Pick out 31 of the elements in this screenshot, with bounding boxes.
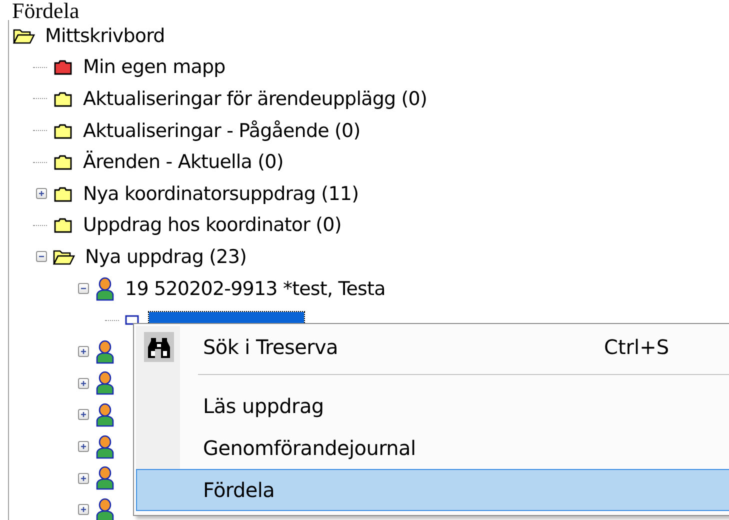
menu-item[interactable]: Sök i Treserva Ctrl+S	[136, 326, 729, 368]
heading: Fördela	[11, 0, 80, 20]
expander-icon[interactable]	[78, 378, 89, 389]
menu-item[interactable]: Läs uppdrag	[136, 385, 729, 427]
expander-icon[interactable]	[78, 346, 89, 358]
tree-item[interactable]: Mittskrivbord	[45, 24, 165, 47]
menu-item[interactable]: Fördela	[136, 469, 729, 511]
tree-item[interactable]: Ärenden - Aktuella (0)	[83, 151, 284, 174]
expander-icon[interactable]	[78, 283, 89, 294]
expander-icon[interactable]	[78, 441, 89, 452]
tree-item[interactable]: Nya koordinatorsuppdrag (11)	[83, 182, 359, 205]
person-icon	[95, 276, 115, 301]
person-icon	[95, 434, 115, 459]
tree-item[interactable]: Aktualiseringar för ärendeupplägg (0)	[83, 88, 428, 110]
tree-item[interactable]: Min egen mapp	[83, 56, 226, 78]
expander-icon[interactable]	[78, 472, 89, 484]
tree-item[interactable]: Nya uppdrag (23)	[85, 246, 247, 268]
person-icon	[95, 466, 115, 490]
tree-item[interactable]: Uppdrag hos koordinator (0)	[83, 214, 342, 236]
expander-icon[interactable]	[36, 188, 47, 200]
person-icon	[95, 498, 115, 520]
person-icon	[95, 402, 115, 427]
person-icon	[95, 371, 115, 396]
expander-icon[interactable]	[78, 504, 89, 516]
binoculars-icon	[144, 332, 174, 362]
menu-item[interactable]: Genomförandejournal	[136, 427, 729, 469]
expander-icon[interactable]	[36, 251, 47, 262]
tree-item[interactable]: 19 520202-9913 *test, Testa	[125, 278, 386, 300]
tree-item[interactable]: Aktualiseringar - Pågående (0)	[83, 120, 360, 142]
expander-icon[interactable]	[78, 409, 89, 420]
person-icon	[95, 340, 115, 364]
